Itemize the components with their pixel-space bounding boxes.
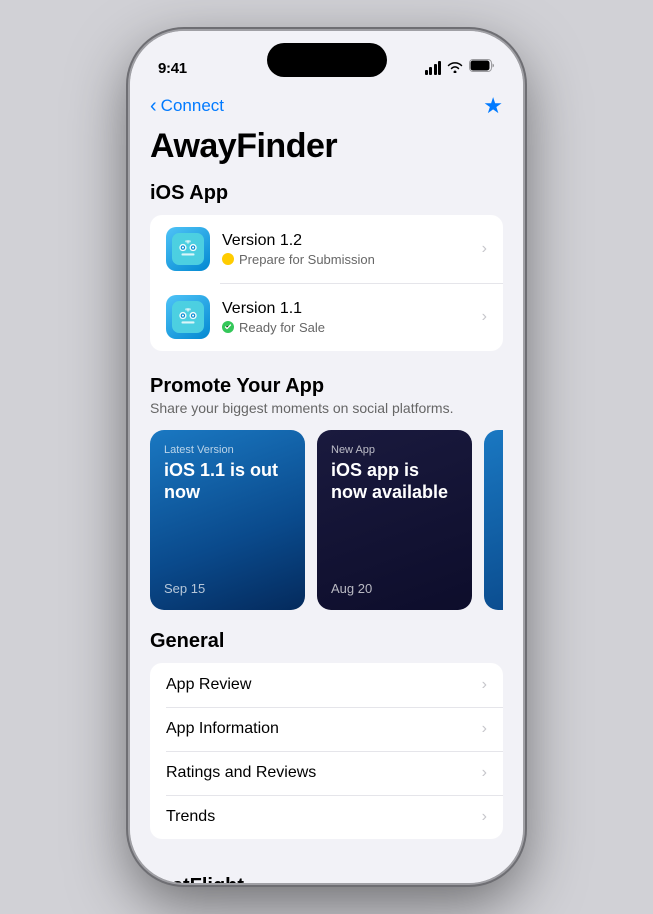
battery-icon [469,59,495,77]
star-icon: ★ [483,93,503,118]
signal-icon [425,61,442,75]
list-item-trends[interactable]: Trends › [150,795,503,839]
version-1-1-card[interactable]: Version 1.1 Ready for Sale › [150,283,503,351]
promote-card-peek[interactable] [484,430,503,610]
version-1-1-status: Ready for Sale [222,320,482,335]
promote-cards: Latest Version iOS 1.1 is out now Sep 15… [150,430,503,610]
promote-title: Promote Your App [150,375,503,398]
promote-section: Promote Your App Share your biggest mome… [130,375,523,630]
trends-label: Trends [166,808,215,826]
phone-frame: 9:41 [130,31,523,883]
app-icon-v1-2 [166,227,210,271]
ratings-reviews-label: Ratings and Reviews [166,764,316,782]
general-list: App Review › App Information › Ratings a… [150,663,503,839]
content[interactable]: ‹ Connect ★ AwayFinder iOS App [130,85,523,883]
wifi-icon [447,61,463,76]
promote-card-latest-title: iOS 1.1 is out now [164,460,291,503]
version-1-2-card[interactable]: Version 1.2 Prepare for Submission › [150,215,503,283]
app-information-chevron: › [482,720,487,738]
back-chevron-icon: ‹ [150,96,157,116]
status-dot-green [222,321,234,333]
status-dot-yellow [222,253,234,265]
promote-subtitle: Share your biggest moments on social pla… [150,400,503,416]
general-section: General App Review › App Information › R… [130,630,523,859]
promote-card-new-label: New App [331,444,458,456]
promote-card-latest-date: Sep 15 [164,581,291,596]
ios-app-section-title: iOS App [130,182,523,215]
screen: 9:41 [130,31,523,883]
list-item-app-information[interactable]: App Information › [150,707,503,751]
app-information-label: App Information [166,720,279,738]
nav-bar: ‹ Connect ★ [130,85,523,123]
version-1-1-chevron: › [482,308,487,326]
promote-card-latest-top: Latest Version iOS 1.1 is out now [164,444,291,503]
page-title: AwayFinder [130,123,523,182]
promote-card-new-title: iOS app is now available [331,460,458,503]
version-1-1-label: Version 1.1 [222,300,482,318]
promote-card-new-date: Aug 20 [331,581,458,596]
list-item-ratings-reviews[interactable]: Ratings and Reviews › [150,751,503,795]
version-1-1-status-text: Ready for Sale [239,320,325,335]
back-button[interactable]: ‹ Connect [150,96,224,116]
app-versions-list: Version 1.2 Prepare for Submission › [150,215,503,351]
back-label: Connect [161,96,224,116]
trends-chevron: › [482,808,487,826]
status-icons [425,59,496,77]
version-1-2-label: Version 1.2 [222,232,482,250]
star-button[interactable]: ★ [483,93,503,119]
version-1-2-status: Prepare for Submission [222,252,482,267]
promote-card-new[interactable]: New App iOS app is now available Aug 20 [317,430,472,610]
version-1-2-chevron: › [482,240,487,258]
ratings-reviews-chevron: › [482,764,487,782]
promote-card-latest[interactable]: Latest Version iOS 1.1 is out now Sep 15 [150,430,305,610]
status-time: 9:41 [158,60,187,77]
general-title: General [130,630,523,663]
version-1-2-status-text: Prepare for Submission [239,252,375,267]
version-1-1-info: Version 1.1 Ready for Sale [222,300,482,335]
app-review-chevron: › [482,676,487,694]
testflight-section-title: TestFlight [130,859,523,883]
list-item-app-review[interactable]: App Review › [150,663,503,707]
dynamic-island [267,43,387,77]
version-1-2-info: Version 1.2 Prepare for Submission [222,232,482,267]
promote-card-latest-label: Latest Version [164,444,291,456]
promote-card-new-top: New App iOS app is now available [331,444,458,503]
app-review-label: App Review [166,676,251,694]
app-icon-v1-1 [166,295,210,339]
